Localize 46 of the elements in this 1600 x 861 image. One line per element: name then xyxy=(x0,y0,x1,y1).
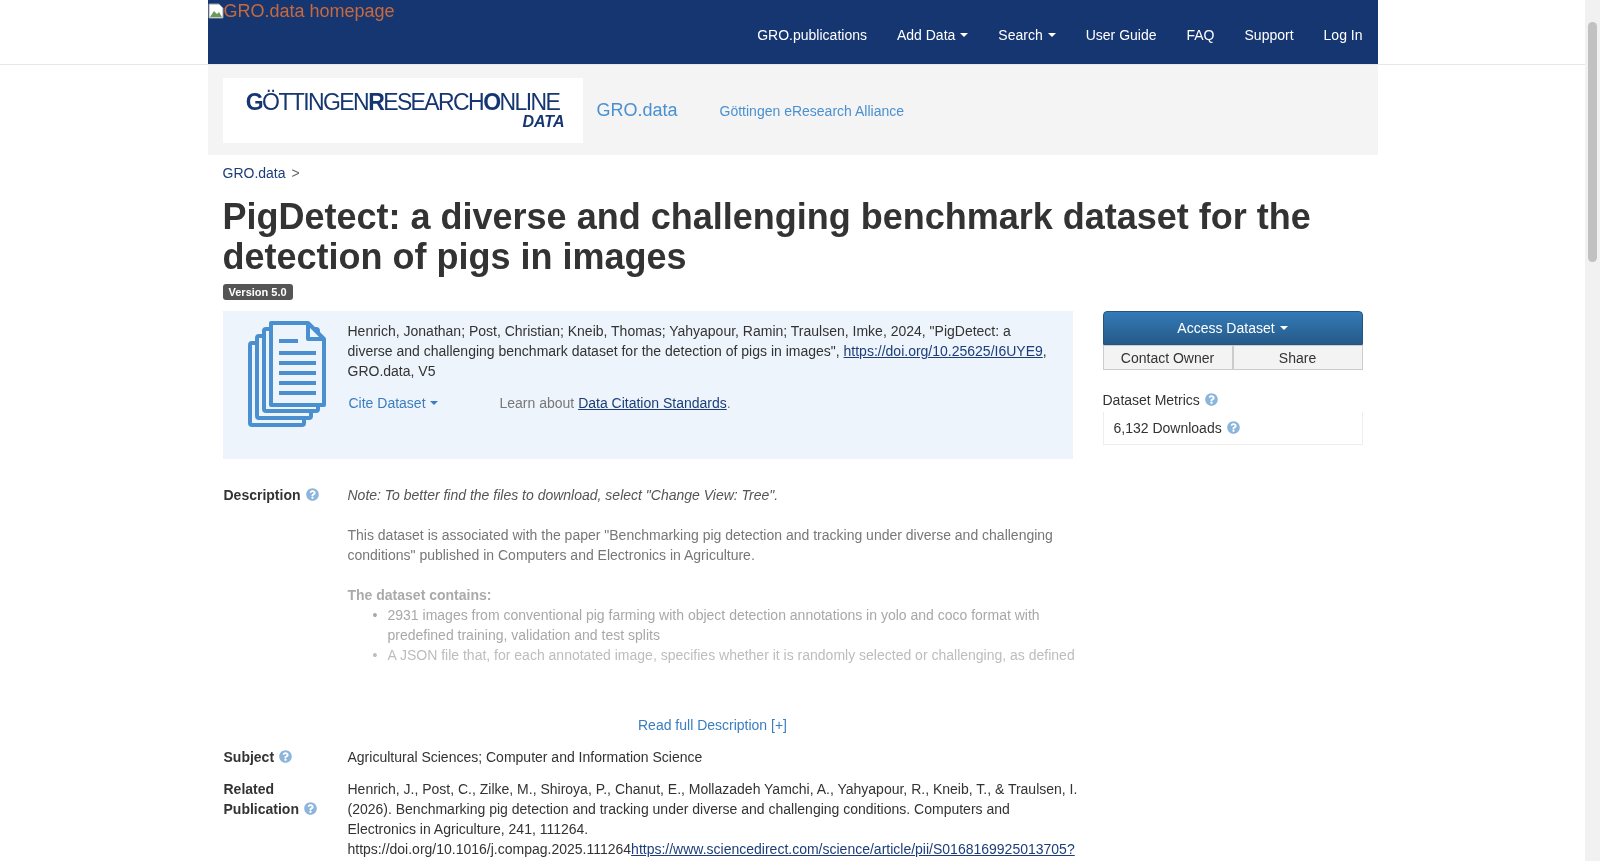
help-icon[interactable] xyxy=(279,750,293,764)
metrics-title: Dataset Metrics xyxy=(1102,392,1200,409)
doi-link[interactable]: https://doi.org/10.25625/I6UYE9 xyxy=(843,343,1043,360)
publication-link[interactable]: https://www.sciencedirect.com/science/article/pii/S0168169925013705? xyxy=(631,841,1075,858)
nav-link[interactable]: User Guide xyxy=(1070,0,1172,64)
citation-standards-link[interactable]: Data Citation Standards xyxy=(578,395,727,412)
nav-link[interactable]: GRO.publications xyxy=(742,0,882,64)
caret-icon xyxy=(1047,33,1056,37)
nav-link[interactable]: Support xyxy=(1229,0,1309,64)
nav-link[interactable]: Search xyxy=(983,0,1071,64)
breadcrumb-link[interactable]: GRO.data xyxy=(222,165,286,181)
field-label: Description xyxy=(222,485,348,736)
description-bullet: A JSON file that, for each annotated image, specifies whether it is randomly selected or challenging, as defined xyxy=(387,646,1075,666)
help-icon[interactable] xyxy=(1204,393,1218,407)
scrollbar[interactable] xyxy=(1585,0,1600,861)
citation-text: Henrich, Jonathan; Post, Christian; Kneib, Thomas; Yahyapour, Ramin; Traulsen, Imke, 2024, "PigDetect: a diverse and challenging benchmark dataset for the detection of pigs in images", https://doi.org/10.25625/I6UYE9, GRO.data, V5 xyxy=(347,322,1048,382)
field-label: Subject xyxy=(222,747,348,768)
help-icon[interactable] xyxy=(305,488,319,502)
dataset-title: PigDetect: a diverse and challenging benchmark dataset for the detection of pigs in images xyxy=(222,197,1312,277)
broken-image-icon xyxy=(207,3,224,19)
publication-text: Henrich, J., Post, C., Zilke, M., Shiroya, P., Chanut, E., Mollazadeh Yamchi, A., Yahyapour, R., Kneib, T., & Traulsen, I. (2026). Benchmarking pig detection and tracking under diverse and challenging conditions. Computers and Electronics in Agriculture, 241, 111264. https://doi.org/10.1016/j.compag.2025.111264https://www.sciencedirect.com/science/article/pii/S0168169925013705? xyxy=(347,780,1078,860)
bullet-marker: • xyxy=(372,606,379,626)
downloads-count: 6,132 Downloads xyxy=(1113,420,1222,437)
sidebar-button[interactable]: Share xyxy=(1232,345,1363,371)
help-icon[interactable] xyxy=(303,802,317,816)
citation-standards-text: Learn about Data Citation Standards. xyxy=(499,395,731,412)
nav-link[interactable]: Log In xyxy=(1308,0,1378,64)
version-badge: Version 5.0 xyxy=(222,284,293,301)
description-note: Note: To better find the files to download, select "Change View: Tree". xyxy=(347,486,780,506)
breadcrumb-separator: > xyxy=(291,165,300,181)
field-value: Agricultural Sciences; Computer and Information Science xyxy=(347,748,704,768)
caret-icon xyxy=(960,33,969,37)
help-icon[interactable] xyxy=(1226,421,1240,435)
access-dataset-button[interactable]: Access Dataset xyxy=(1102,311,1363,346)
description-text: This dataset is associated with the paper "Benchmarking pig detection and tracking under diverse and challenging conditions" published in Computers and Electronics in Agriculture. xyxy=(347,526,1054,566)
description-heading: The dataset contains: xyxy=(347,586,493,606)
description-bullet: 2931 images from conventional pig farming with object detection annotations in yolo and coco format with predefined training, validation and test splits xyxy=(387,606,1041,646)
sidebar-button[interactable]: Contact Owner xyxy=(1102,345,1233,371)
documents-icon xyxy=(247,321,326,428)
cite-dataset-button[interactable]: Cite Dataset xyxy=(347,395,500,412)
bullet-marker: • xyxy=(372,646,379,666)
nav-link[interactable]: Add Data xyxy=(881,0,984,64)
logo[interactable]: GÖTTINGENRESEARCHONLINE DATA xyxy=(222,77,583,143)
read-more-link[interactable]: Read full Description [+] xyxy=(347,715,1078,736)
field-label: Related Publication xyxy=(222,779,348,860)
nav-link[interactable]: FAQ xyxy=(1171,0,1230,64)
